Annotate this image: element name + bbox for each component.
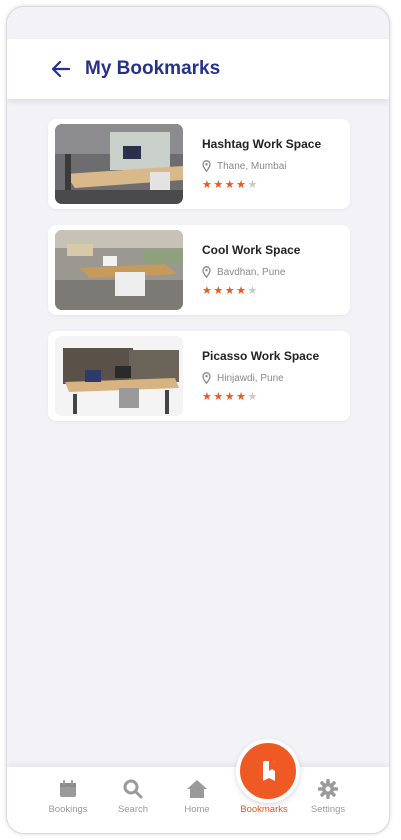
star-rating: ★★★★★ <box>202 390 319 403</box>
bookmark-card[interactable]: Picasso Work Space Hinjawdi, Pune ★★★★★ <box>48 331 350 421</box>
star-filled-icon: ★★★★ <box>202 391 248 403</box>
location-text: Hinjawdi, Pune <box>217 372 284 384</box>
nav-label: Bookings <box>48 804 88 815</box>
status-area <box>7 7 389 37</box>
bookmark-icon <box>261 761 275 781</box>
nav-settings[interactable]: Settings <box>298 779 358 815</box>
location-text: Bavdhan, Pune <box>217 266 286 278</box>
workspace-location: Thane, Mumbai <box>202 160 321 172</box>
back-button[interactable] <box>49 57 73 81</box>
nav-label: Bookmarks <box>240 804 288 815</box>
nav-home[interactable]: Home <box>167 779 227 815</box>
star-filled-icon: ★★★★ <box>202 179 248 191</box>
star-filled-icon: ★★★★ <box>202 285 248 297</box>
workspace-image <box>55 336 183 416</box>
app-header: My Bookmarks <box>7 39 389 99</box>
workspace-name: Hashtag Work Space <box>202 137 322 151</box>
workspace-name: Cool Work Space <box>202 243 301 257</box>
workspace-image <box>55 124 183 204</box>
star-rating: ★★★★★ <box>202 178 321 191</box>
bottom-nav: Bookings Search Home Bookmarks Settings <box>7 739 389 833</box>
nav-label: Home <box>184 804 210 815</box>
phone-frame: My Bookmarks Hashtag Work Space Thane, M… <box>6 6 390 834</box>
bookmark-info: Picasso Work Space Hinjawdi, Pune ★★★★★ <box>202 349 319 403</box>
gear-icon <box>318 779 338 799</box>
star-rating: ★★★★★ <box>202 284 300 297</box>
arrow-left-icon <box>52 61 70 77</box>
bookmarks-fab[interactable] <box>236 739 300 803</box>
nav-label: Settings <box>310 804 346 815</box>
star-empty-icon: ★ <box>247 285 259 297</box>
workspace-image <box>55 230 183 310</box>
location-pin-icon <box>202 372 211 384</box>
nav-search[interactable]: Search <box>103 779 163 815</box>
calendar-icon <box>60 780 76 797</box>
bookmark-info: Cool Work Space Bavdhan, Pune ★★★★★ <box>202 243 300 297</box>
home-icon <box>187 780 207 798</box>
star-empty-icon: ★ <box>247 179 259 191</box>
nav-label: Search <box>117 804 149 815</box>
bookmark-card[interactable]: Cool Work Space Bavdhan, Pune ★★★★★ <box>48 225 350 315</box>
bookmark-list: Hashtag Work Space Thane, Mumbai ★★★★★ C… <box>48 119 350 437</box>
page-title: My Bookmarks <box>85 58 221 79</box>
star-empty-icon: ★ <box>247 391 259 403</box>
bookmark-card[interactable]: Hashtag Work Space Thane, Mumbai ★★★★★ <box>48 119 350 209</box>
nav-bookings[interactable]: Bookings <box>38 779 98 815</box>
location-text: Thane, Mumbai <box>217 160 287 172</box>
location-pin-icon <box>202 160 211 172</box>
workspace-location: Hinjawdi, Pune <box>202 372 319 384</box>
search-icon <box>123 779 143 799</box>
workspace-name: Picasso Work Space <box>202 349 320 363</box>
workspace-location: Bavdhan, Pune <box>202 266 300 278</box>
location-pin-icon <box>202 266 211 278</box>
bookmark-info: Hashtag Work Space Thane, Mumbai ★★★★★ <box>202 137 321 191</box>
